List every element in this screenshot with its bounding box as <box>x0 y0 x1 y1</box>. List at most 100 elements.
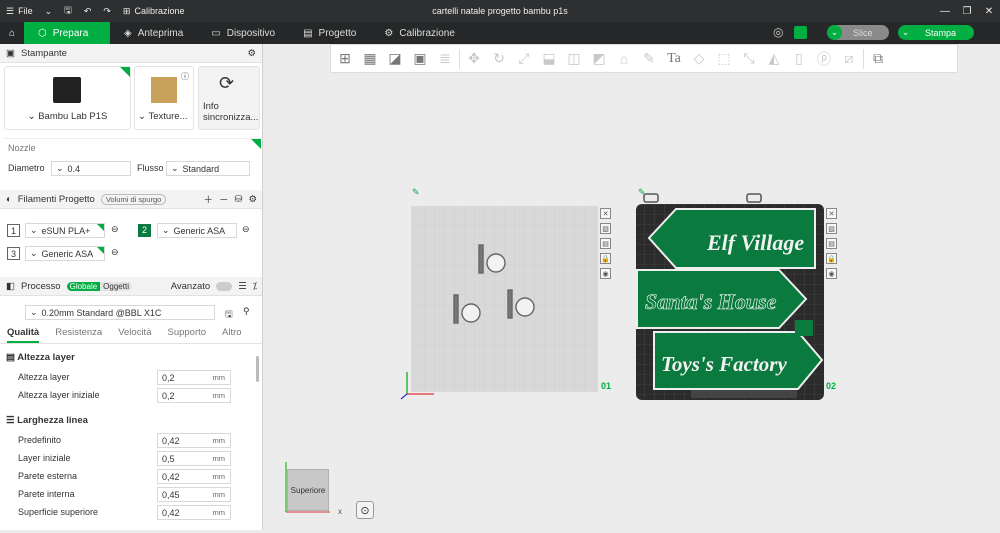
add-icon[interactable]: ＋ <box>203 192 213 206</box>
plate-image-icon[interactable]: ▧ <box>600 223 611 234</box>
minimize-icon[interactable]: — <box>934 0 956 22</box>
sync-icon: ⟳ <box>219 73 235 93</box>
sign-elf-village[interactable]: Elf Village <box>706 230 804 255</box>
edit-plate-2-icon[interactable]: ✎ <box>638 187 646 198</box>
svg-text:x: x <box>338 507 342 516</box>
zoom-fit-icon[interactable]: ⊙ <box>356 501 374 519</box>
sign-toys-factory[interactable]: Toys's Factory <box>661 352 787 376</box>
close-icon[interactable]: ✕ <box>826 208 837 219</box>
plate-label: Texture... <box>148 111 188 122</box>
restore-icon[interactable]: ❐ <box>956 0 978 22</box>
chevron-down-icon[interactable]: ⌄ <box>39 0 59 22</box>
nozzle-diameter-select[interactable]: ⌄ 0.4 <box>51 161 131 176</box>
print-button[interactable]: ⌄ Stampa <box>898 25 974 40</box>
3d-viewport[interactable]: Elf Village Santa's House Toys's Factory… <box>264 44 1000 530</box>
plate-2-number: 02 <box>826 381 836 391</box>
gear-icon[interactable]: ⚙ <box>247 48 256 59</box>
flow-select[interactable]: ⌄ Standard <box>166 161 250 176</box>
chevron-down-icon: ⌄ <box>171 163 179 173</box>
save-icon[interactable]: 🖫 <box>225 307 233 323</box>
plate-arrange-icon[interactable]: ▤ <box>826 238 837 249</box>
line-width-initial-input[interactable]: 0,5 mm <box>157 451 231 466</box>
gear-icon[interactable]: ⚙ <box>248 194 257 205</box>
sync-filament-icon[interactable]: ⛁ <box>235 194 243 205</box>
compare-icon[interactable]: ⁒ <box>253 281 257 292</box>
chevron-down-icon: ⌄ <box>138 111 146 122</box>
view-cube[interactable]: Superiore <box>287 469 329 511</box>
layer-height-section-title: ▤ Altezza layer <box>6 352 75 363</box>
line-width-inner-wall-input[interactable]: 0,45 mm <box>157 487 231 502</box>
line-width-section-title: ☰ Larghezza linea <box>6 415 88 426</box>
chevron-down-icon: ⌄ <box>30 307 38 317</box>
plate-image-icon[interactable]: ▧ <box>826 223 837 234</box>
process-profile-select[interactable]: ⌄ 0.20mm Standard @BBL X1C <box>25 305 215 320</box>
calibration-menu[interactable]: ⊞ Calibrazione <box>117 0 191 22</box>
purge-volumes-button[interactable]: Volumi di spurgo <box>100 193 167 205</box>
undo-icon[interactable]: ↶ <box>78 0 98 22</box>
left-panel: ▣ Stampante ⚙ ⌄ Bambu Lab P1S ⓘ ⌄ Textur… <box>0 44 263 530</box>
lock-icon[interactable]: 🔒 <box>826 253 837 264</box>
lock-icon[interactable]: 🔒 <box>600 253 611 264</box>
edit-plate-1-icon[interactable]: ✎ <box>412 187 420 198</box>
file-menu[interactable]: ☰ File <box>0 0 39 22</box>
chevron-down-icon: ⌄ <box>30 225 38 235</box>
close-icon[interactable]: ✕ <box>600 208 611 219</box>
home-icon[interactable]: ⌂ <box>0 22 24 44</box>
line-width-outer-wall-input[interactable]: 0,42 mm <box>157 469 231 484</box>
tab-dispositivo[interactable]: ▭ Dispositivo <box>197 22 289 44</box>
tab-anteprima[interactable]: ◈ Anteprima <box>110 22 197 44</box>
plate-settings-icon[interactable]: ◉ <box>826 268 837 279</box>
tab-altro[interactable]: Altro <box>222 327 242 343</box>
tab-supporto[interactable]: Supporto <box>167 327 206 343</box>
sync-button[interactable]: ⟳ Info sincronizza... <box>198 66 260 130</box>
advanced-toggle[interactable] <box>216 281 233 291</box>
remove-filament-icon[interactable]: ⊖ <box>111 247 119 258</box>
redo-icon[interactable]: ↷ <box>97 0 117 22</box>
tab-qualita[interactable]: Qualità <box>7 327 40 343</box>
remove-filament-icon[interactable]: ⊖ <box>242 224 250 235</box>
chevron-down-icon: ⌄ <box>27 111 36 122</box>
plate-1[interactable] <box>400 206 598 400</box>
line-width-top-surface-input[interactable]: 0,42 mm <box>157 505 231 520</box>
tab-resistenza[interactable]: Resistenza <box>55 327 102 343</box>
printer-icon: ▣ <box>6 47 15 59</box>
remove-filament-icon[interactable]: ⊖ <box>111 224 119 235</box>
scope-toggle[interactable]: Globale Oggetti <box>66 281 132 291</box>
filament-select-2[interactable]: ⌄ Generic ASA <box>157 223 237 238</box>
wifi-icon[interactable]: ◎ <box>773 25 789 41</box>
plate-1-number: 01 <box>601 381 611 391</box>
layer-height-input[interactable]: 0,2 mm <box>157 370 231 385</box>
filament-section-header: ◐ Filamenti Progetto Volumi di spurgo ＋ … <box>0 190 262 209</box>
search-icon[interactable]: ⚲ <box>243 306 250 317</box>
layers-icon: ▤ <box>6 352 15 363</box>
slice-button[interactable]: ⌄ Slice <box>827 25 889 40</box>
tab-progetto[interactable]: ▤ Progetto <box>289 22 370 44</box>
device-icon: ▭ <box>211 27 221 39</box>
filament-select-1[interactable]: ⌄ eSUN PLA+ <box>25 223 105 238</box>
plate-arrange-icon[interactable]: ▤ <box>600 238 611 249</box>
filament-select-3[interactable]: ⌄ Generic ASA <box>25 246 105 261</box>
tab-prepara[interactable]: ⬡ Prepara <box>24 22 110 44</box>
remove-icon[interactable]: － <box>219 192 229 206</box>
scrollbar[interactable] <box>256 356 259 382</box>
save-icon[interactable]: 🖫 <box>58 0 78 22</box>
plate-icon[interactable] <box>794 26 807 39</box>
printer-card[interactable]: ⌄ Bambu Lab P1S <box>4 66 131 130</box>
line-width-default-input[interactable]: 0,42 mm <box>157 433 231 448</box>
tab-velocita[interactable]: Velocità <box>118 327 151 343</box>
chevron-down-icon: ⌄ <box>30 248 38 258</box>
title-bar: ☰ File ⌄ 🖫 ↶ ↷ ⊞ Calibrazione cartelli nat… <box>0 0 1000 22</box>
close-icon[interactable]: ✕ <box>978 0 1000 22</box>
sign-santas-house[interactable]: Santa's House <box>645 289 777 315</box>
info-icon[interactable]: ⓘ <box>181 71 189 82</box>
plate-card[interactable]: ⓘ ⌄ Texture... <box>134 66 194 130</box>
plate-settings-icon[interactable]: ◉ <box>600 268 611 279</box>
process-icon: ◧ <box>6 280 15 292</box>
chevron-down-icon: ⌄ <box>827 25 842 40</box>
line-width-icon: ☰ <box>6 415 15 426</box>
list-icon[interactable]: ☰ <box>238 281 247 292</box>
initial-layer-height-input[interactable]: 0,2 mm <box>157 388 231 403</box>
chevron-down-icon: ⌄ <box>56 163 64 173</box>
printer-model-label: Bambu Lab P1S <box>38 111 108 122</box>
tab-calibrazione[interactable]: ⚙ Calibrazione <box>370 22 469 44</box>
